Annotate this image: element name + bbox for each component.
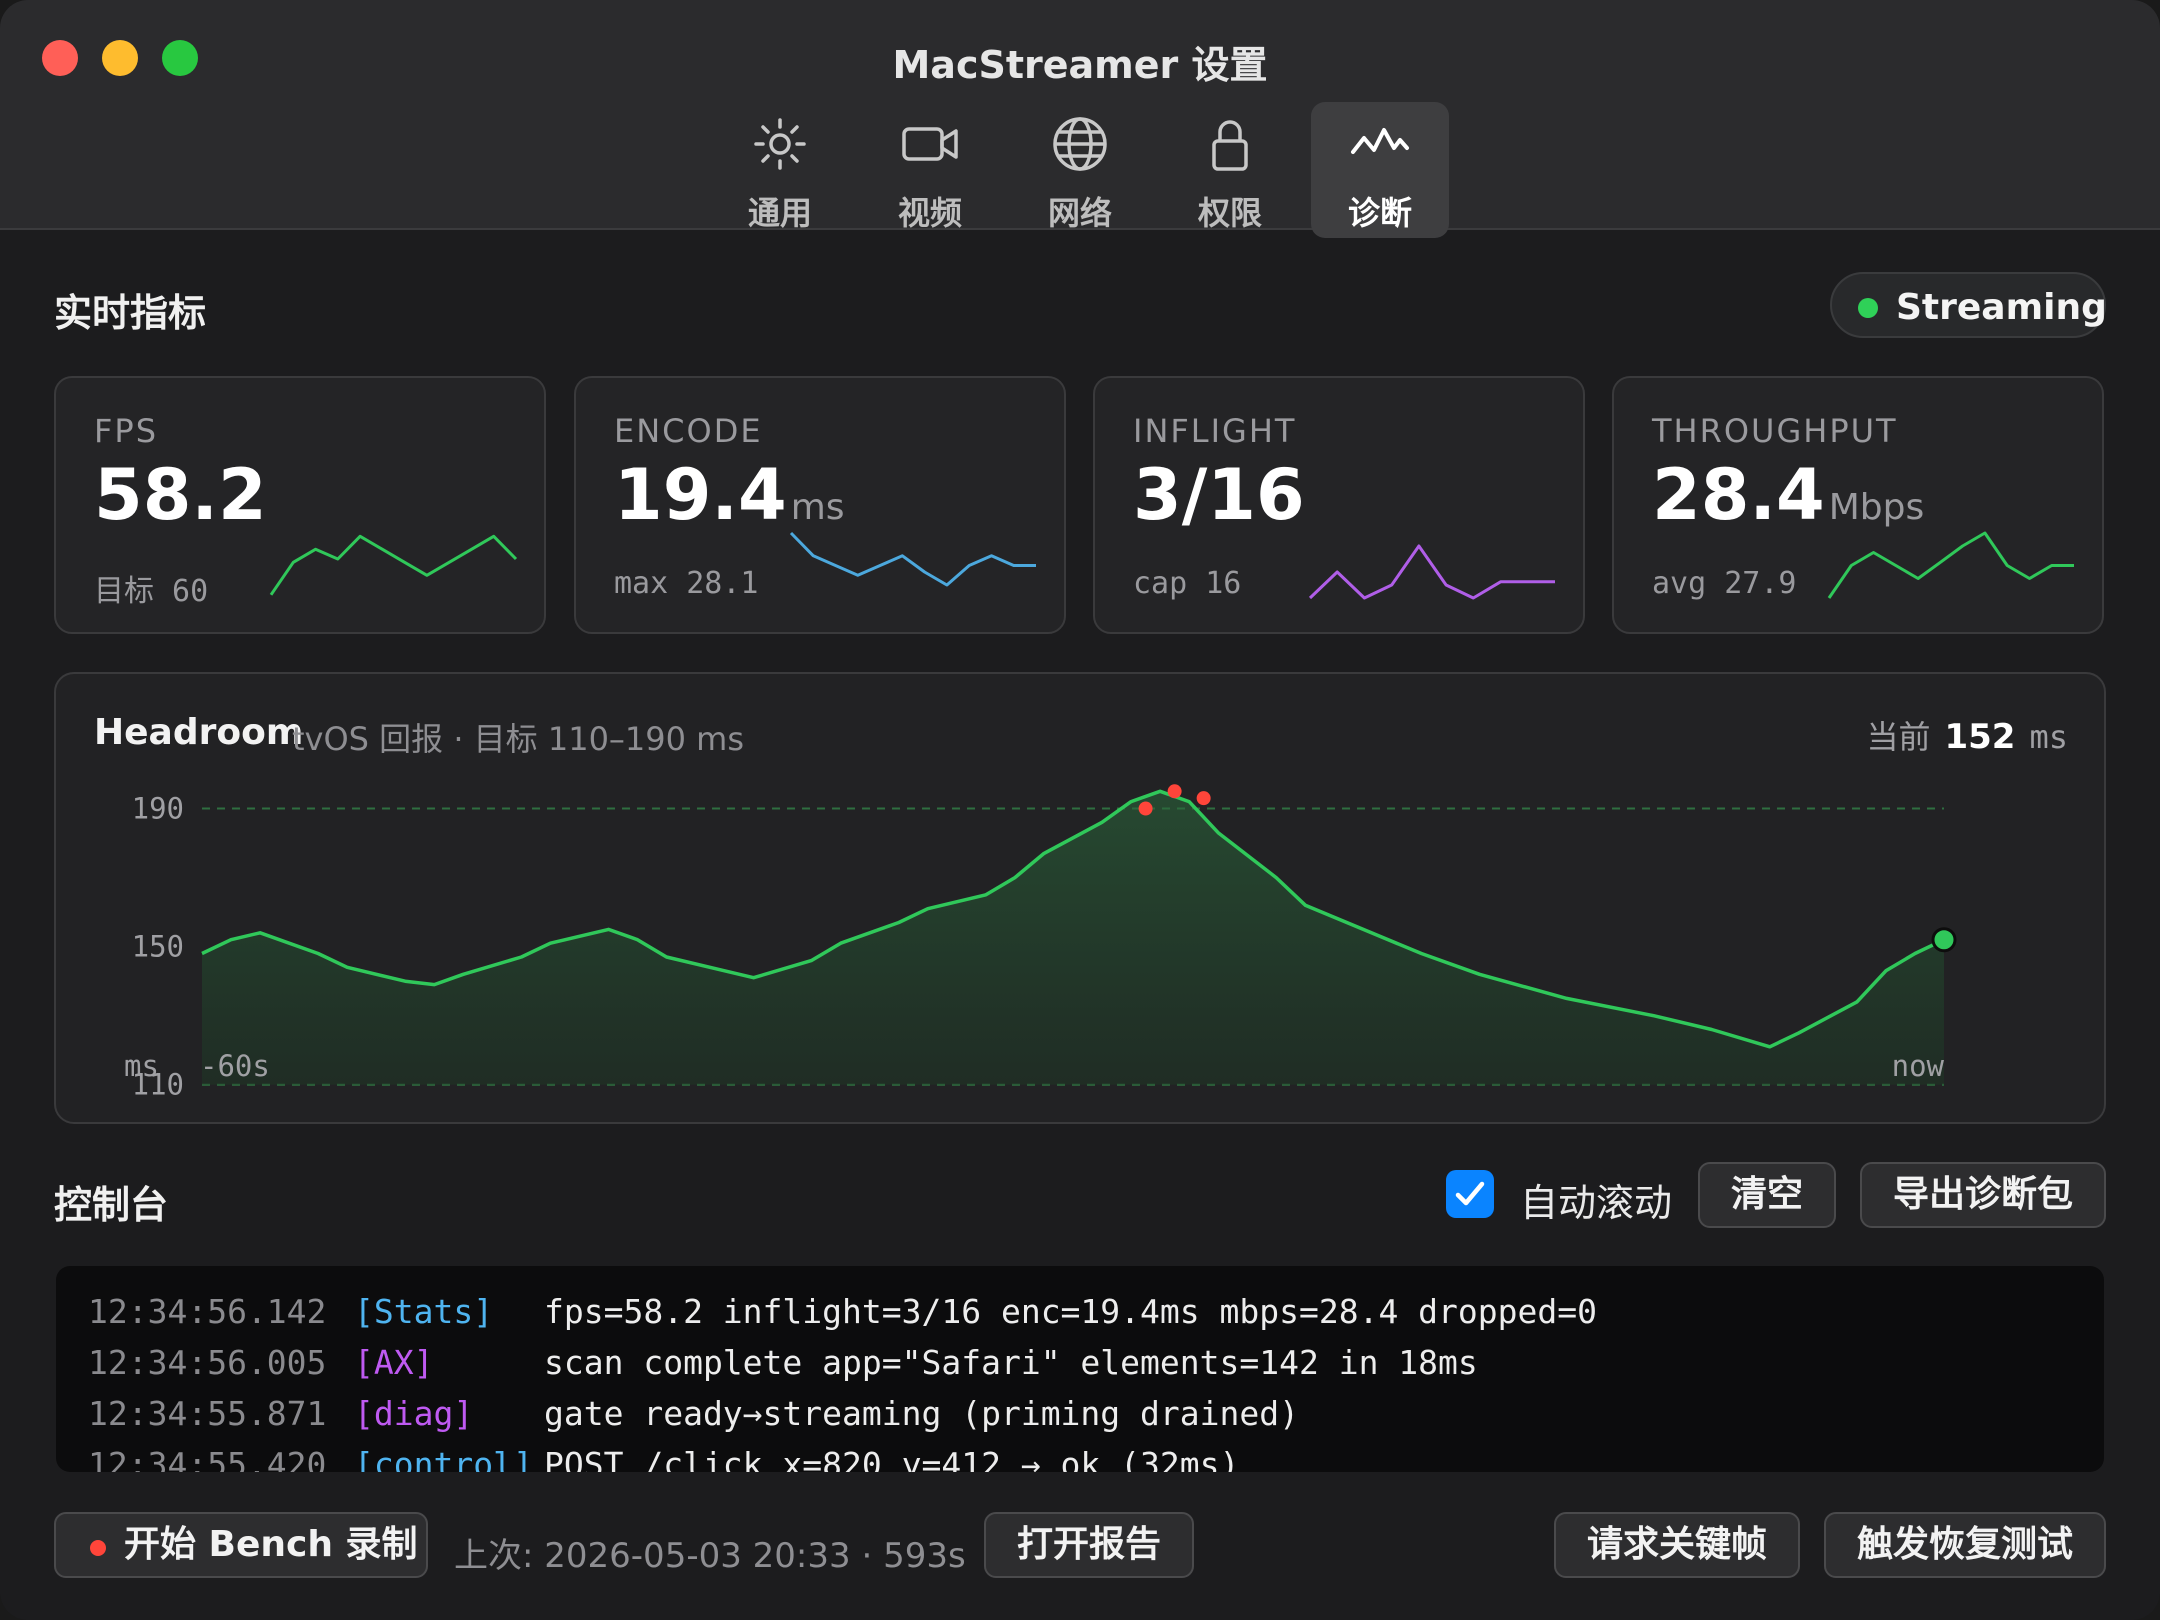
inflight-sparkline xyxy=(1308,544,1555,600)
log-timestamp: 12:34:55.871 xyxy=(88,1394,327,1433)
y-unit-label: ms xyxy=(124,1049,159,1083)
metric-subtext: avg 27.9 xyxy=(1652,566,1797,601)
metric-unit: Mbps xyxy=(1828,487,1925,528)
metric-label: ENCODE xyxy=(614,412,763,450)
export-diagnostics-button[interactable]: 导出诊断包 xyxy=(1860,1162,2106,1228)
tab-video-label: 视频 xyxy=(897,194,962,232)
metric-label: THROUGHPUT xyxy=(1652,412,1898,450)
lock-icon xyxy=(1212,120,1248,171)
tab-video[interactable]: 视频 xyxy=(861,102,999,238)
metric-card-throughput: THROUGHPUT 28.4 Mbps avg 27.9 xyxy=(1612,376,2104,634)
encode-sparkline xyxy=(789,531,1036,587)
autoscroll-label[interactable]: 自动滚动 xyxy=(1520,1172,1672,1227)
metric-value: 3/16 xyxy=(1133,454,1305,536)
log-timestamp: 12:34:56.142 xyxy=(88,1292,327,1331)
metric-subtext: 目标 60 xyxy=(94,574,209,609)
tab-network[interactable]: 网络 xyxy=(1011,102,1149,238)
metric-value: 58.2 xyxy=(94,454,267,536)
sparkline-path xyxy=(789,531,1036,587)
headroom-chart: 110150190 ms -60s now xyxy=(124,784,1957,1102)
tab-permissions[interactable]: 权限 xyxy=(1161,102,1299,238)
request-keyframe-button[interactable]: 请求关键帧 xyxy=(1554,1512,1800,1578)
tab-general-label: 通用 xyxy=(747,194,812,232)
log-line: 12:34:56.005 [AX] scan complete app="Safar… xyxy=(88,1343,1478,1382)
metric-card-encode: ENCODE 19.4 ms max 28.1 xyxy=(574,376,1066,634)
status-text: Streaming xyxy=(1896,287,2107,328)
sparkline-path xyxy=(1827,531,2074,599)
metric-subtext: cap 16 xyxy=(1133,566,1242,601)
status-indicator-dot xyxy=(1858,298,1878,318)
log-line: 12:34:56.142 [Stats] fps=58.2 inflight=3/1… xyxy=(88,1292,1597,1331)
settings-window: MacStreamer 设置 通用 视频 网络 权限 诊断 实时指标 Strea… xyxy=(0,0,2160,1620)
tab-network-label: 网络 xyxy=(1047,194,1112,232)
toolbar: MacStreamer 设置 通用 视频 网络 权限 诊断 xyxy=(0,0,2160,238)
log-tag: [AX] xyxy=(354,1343,434,1382)
y-tick-label: 190 xyxy=(132,792,184,826)
video-camera-icon xyxy=(902,127,958,161)
x-end-label: now xyxy=(1892,1049,1945,1083)
log-tag: [control] xyxy=(354,1445,533,1472)
streaming-status-badge: Streaming xyxy=(1830,272,2107,338)
tab-diagnostics[interactable]: 诊断 xyxy=(1311,102,1449,238)
tab-diagnostics-label: 诊断 xyxy=(1347,194,1412,232)
log-timestamp: 12:34:55.420 xyxy=(88,1445,327,1472)
open-report-button[interactable]: 打开报告 xyxy=(984,1512,1194,1578)
autoscroll-checkbox[interactable] xyxy=(1446,1170,1494,1218)
x-start-label: -60s xyxy=(200,1049,270,1083)
headroom-chart-card: Headroom tvOS 回报 · 目标 110–190 ms 当前 152 ms… xyxy=(54,672,2106,1124)
over-target-point xyxy=(1138,801,1153,816)
log-message: gate ready→streaming (priming drained) xyxy=(544,1394,1299,1433)
log-message: fps=58.2 inflight=3/16 enc=19.4ms mbps=2… xyxy=(544,1292,1597,1331)
throughput-sparkline xyxy=(1827,531,2074,599)
sparkline-path xyxy=(269,534,518,596)
log-line: 12:34:55.420 [control] POST /click x=820 y… xyxy=(88,1445,1239,1472)
waveform-icon xyxy=(1351,128,1409,154)
log-tag: [Stats] xyxy=(354,1292,494,1331)
tab-general[interactable]: 通用 xyxy=(711,102,849,238)
metric-value: 28.4 Mbps xyxy=(1652,454,1925,536)
tab-permissions-label: 权限 xyxy=(1197,194,1262,232)
metrics-section-title: 实时指标 xyxy=(54,291,207,335)
trigger-recovery-test-button[interactable]: 触发恢复测试 xyxy=(1824,1512,2106,1578)
log-tag: [diag] xyxy=(354,1394,474,1433)
last-run-info: 上次: 2026-05-03 20:33 · 593s xyxy=(454,1536,966,1576)
log-message: scan complete app="Safari" elements=142 … xyxy=(544,1343,1478,1382)
over-target-point xyxy=(1167,784,1182,799)
fps-sparkline xyxy=(269,534,518,596)
bench-button-label: 开始 Bench 录制 xyxy=(124,1524,418,1565)
console-title: 控制台 xyxy=(54,1183,169,1227)
metric-label: FPS xyxy=(94,412,159,450)
window-title: MacStreamer 设置 xyxy=(892,43,1268,87)
globe-icon xyxy=(1053,117,1107,171)
over-target-point xyxy=(1196,791,1211,806)
metric-label: INFLIGHT xyxy=(1133,412,1297,450)
metric-card-inflight: INFLIGHT 3/16 cap 16 xyxy=(1093,376,1585,634)
start-bench-recording-button[interactable]: 开始 Bench 录制 xyxy=(54,1512,428,1578)
metric-value: 19.4 ms xyxy=(614,454,845,536)
console-log[interactable]: 12:34:56.142 [Stats] fps=58.2 inflight=3/1… xyxy=(56,1266,2104,1472)
log-line: 12:34:55.871 [diag] gate ready→streaming (… xyxy=(88,1394,1299,1433)
headroom-area xyxy=(202,791,1944,1085)
settings-tabs: 通用 视频 网络 权限 诊断 xyxy=(0,102,2160,238)
y-tick-label: 150 xyxy=(132,930,184,964)
metric-card-fps: FPS 58.2 目标 60 xyxy=(54,376,546,634)
sparkline-path xyxy=(1308,544,1555,600)
log-message: POST /click x=820 y=412 → ok (32ms) xyxy=(544,1445,1240,1472)
metric-unit: ms xyxy=(790,487,845,528)
checkmark-icon xyxy=(1455,1181,1485,1206)
record-dot-icon xyxy=(90,1540,106,1556)
current-value-point xyxy=(1931,927,1957,953)
metric-subtext: max 28.1 xyxy=(614,566,759,601)
clear-console-button[interactable]: 清空 xyxy=(1698,1162,1836,1228)
log-timestamp: 12:34:56.005 xyxy=(88,1343,327,1382)
gear-icon xyxy=(754,118,806,170)
